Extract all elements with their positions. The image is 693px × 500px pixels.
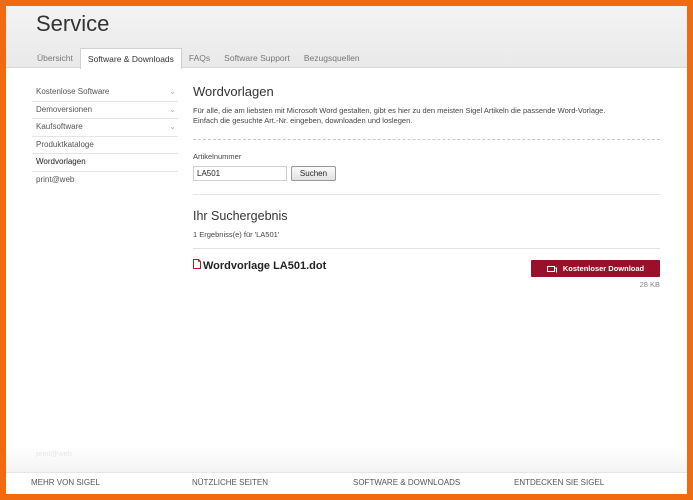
- chevron-down-icon: ⌄: [169, 87, 176, 96]
- footer-link-software-downloads[interactable]: SOFTWARE & DOWNLOADS: [353, 478, 460, 487]
- chevron-down-icon: ⌄: [169, 122, 176, 131]
- download-button-label: Kostenloser Download: [562, 264, 645, 273]
- intro-line: Einfach die gesuchte Art.-Nr. eingeben, …: [193, 116, 413, 125]
- sidebar-item-demoversionen[interactable]: Demoversionen ⌄: [32, 102, 178, 119]
- sidebar-item-label: Kaufsoftware: [36, 122, 83, 131]
- footer: MEHR VON SIGEL NÜTZLICHE SEITEN SOFTWARE…: [6, 472, 687, 494]
- download-icon: [546, 265, 557, 272]
- footer-fade: [6, 446, 687, 472]
- intro-text: Für alle, die am liebsten mit Microsoft …: [193, 106, 660, 126]
- divider: [193, 194, 660, 195]
- page-frame: Service Übersicht Software & Downloads F…: [6, 6, 687, 494]
- sidebar: Kostenlose Software ⌄ Demoversionen ⌄ Ka…: [32, 84, 178, 189]
- footer-ghost-text: print@web: [36, 449, 72, 458]
- sidebar-item-label: Demoversionen: [36, 104, 93, 114]
- section-heading: Wordvorlagen: [193, 84, 274, 99]
- sidebar-item-label: Kostenlose Software: [36, 87, 110, 96]
- results-heading: Ihr Suchergebnis: [193, 209, 288, 223]
- search-label: Artikelnummer: [193, 152, 242, 161]
- tab-uebersicht[interactable]: Übersicht: [30, 48, 80, 68]
- article-number-input[interactable]: [193, 166, 287, 181]
- result-item: Wordvorlage LA501.dot Kostenloser Downlo…: [193, 248, 660, 289]
- tab-bezugsquellen[interactable]: Bezugsquellen: [297, 48, 367, 68]
- footer-link-entdecken-sie-sigel[interactable]: ENTDECKEN SIE SIGEL: [514, 478, 604, 487]
- sidebar-item-label: print@web: [36, 174, 75, 184]
- intro-line: Für alle, die am liebsten mit Microsoft …: [193, 106, 606, 115]
- result-file-name[interactable]: Wordvorlage LA501.dot: [203, 260, 326, 272]
- search-form: Suchen: [193, 166, 660, 181]
- tab-bar: Übersicht Software & Downloads FAQs Soft…: [30, 48, 367, 69]
- sidebar-item-print-at-web[interactable]: print@web: [32, 172, 178, 190]
- tab-software-support[interactable]: Software Support: [217, 48, 297, 68]
- results-count: 1 Ergebniss(e) für 'LA501': [193, 230, 280, 239]
- footer-link-nuetzliche-seiten[interactable]: NÜTZLICHE SEITEN: [192, 478, 268, 487]
- sidebar-item-wordvorlagen[interactable]: Wordvorlagen: [32, 154, 178, 172]
- page-title: Service: [36, 11, 110, 36]
- header: Service Übersicht Software & Downloads F…: [6, 6, 687, 69]
- footer-link-mehr-von-sigel[interactable]: MEHR VON SIGEL: [31, 478, 100, 487]
- sidebar-item-label: Produktkataloge: [36, 139, 94, 149]
- divider: [193, 139, 660, 140]
- file-size: 28 KB: [639, 280, 660, 289]
- chevron-down-icon: ⌄: [169, 104, 176, 114]
- search-button[interactable]: Suchen: [291, 166, 336, 181]
- sidebar-item-kaufsoftware[interactable]: Kaufsoftware ⌄: [32, 119, 178, 137]
- tab-software-downloads[interactable]: Software & Downloads: [79, 48, 182, 69]
- main-content: Wordvorlagen Für alle, die am liebsten m…: [193, 84, 660, 289]
- download-button[interactable]: Kostenloser Download: [531, 260, 660, 277]
- sidebar-item-kostenlose-software[interactable]: Kostenlose Software ⌄: [32, 84, 178, 102]
- tab-faqs[interactable]: FAQs: [182, 48, 217, 68]
- sidebar-item-produktkataloge[interactable]: Produktkataloge: [32, 137, 178, 154]
- sidebar-item-label: Wordvorlagen: [36, 157, 86, 166]
- file-icon: [193, 259, 201, 269]
